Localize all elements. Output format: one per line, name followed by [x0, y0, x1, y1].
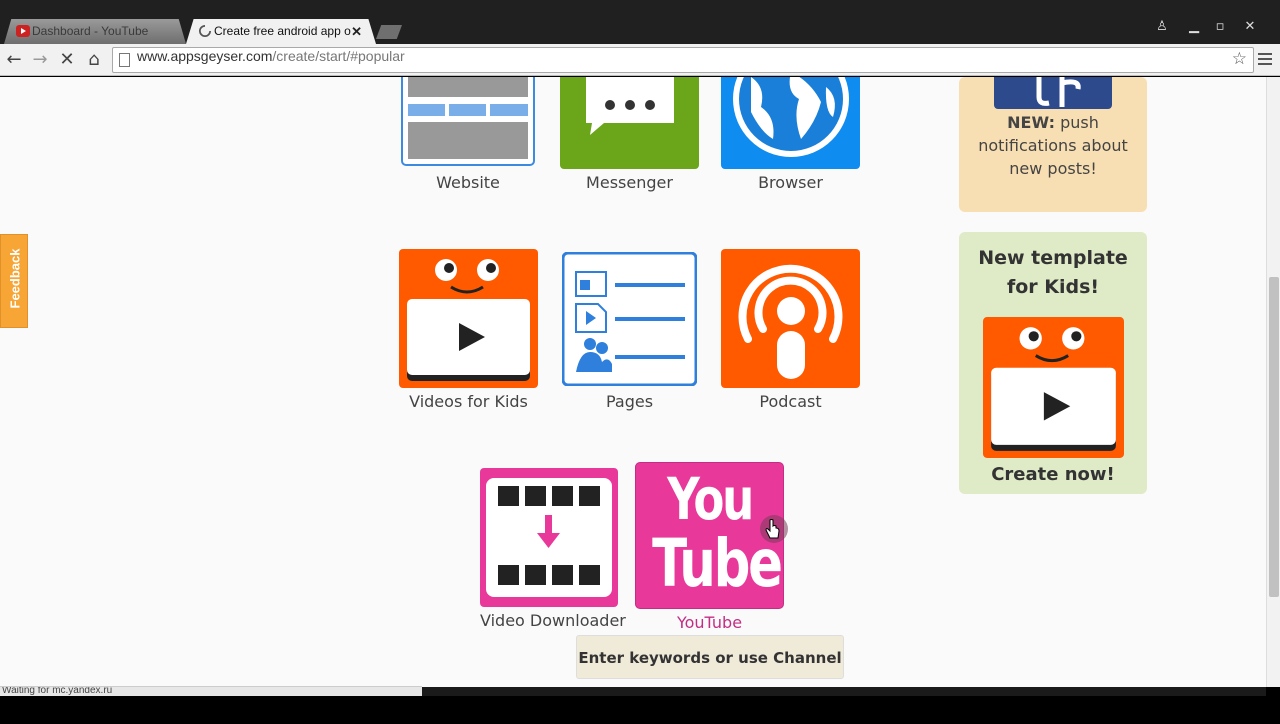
hand-cursor-icon: [765, 519, 780, 539]
forward-arrow-icon[interactable]: →: [28, 48, 52, 72]
tab-label: Dashboard - YouTube: [32, 24, 149, 38]
youtube-logo-you: You: [667, 465, 754, 533]
push-notification-icon: [994, 77, 1112, 109]
scrollbar-thumb[interactable]: [1269, 277, 1279, 597]
promo-heading: New template: [978, 247, 1128, 269]
youtube-logo-tube: Tube: [652, 525, 783, 602]
page-viewport: Feedback Website Messenger Browser Video…: [0, 77, 1280, 687]
tile-label: Video Downloader: [480, 611, 626, 630]
youtube-favicon-icon: [16, 25, 30, 37]
tile-label: Messenger: [586, 173, 673, 192]
tile-label: Website: [436, 173, 500, 192]
chrome-menu-icon[interactable]: [1258, 53, 1272, 68]
kids-video-icon: [983, 317, 1124, 458]
screen-bottom-edge: [0, 696, 1280, 720]
maximize-icon[interactable]: ▫: [1210, 20, 1230, 34]
profile-icon[interactable]: ♙: [1152, 20, 1172, 34]
minimize-icon[interactable]: ▁: [1184, 20, 1204, 34]
status-text: Waiting for mc.yandex.ru: [2, 686, 113, 696]
window-close-icon[interactable]: ✕: [1240, 20, 1260, 34]
status-bar: Waiting for mc.yandex.ru: [0, 686, 422, 696]
new-tab-button[interactable]: [376, 25, 402, 39]
tile-website[interactable]: Website: [401, 77, 535, 197]
tile-pages[interactable]: Pages: [562, 252, 697, 414]
promo-heading: for Kids!: [1006, 276, 1100, 298]
browser-toolbar: ← → ✕ ⌂ www.appsgeyser.com/create/start/…: [0, 44, 1280, 76]
kids-video-icon: [399, 249, 538, 388]
tile-label: Videos for Kids: [409, 392, 528, 411]
window-titlebar: Dashboard - YouTube Create free android …: [0, 0, 1280, 44]
push-new-label: NEW:: [1007, 113, 1055, 132]
push-promo-card[interactable]: NEW: push notifications about new posts!: [959, 77, 1147, 212]
tile-podcast[interactable]: Podcast: [721, 249, 860, 414]
home-icon[interactable]: ⌂: [82, 48, 106, 72]
tile-browser[interactable]: Browser: [721, 77, 860, 197]
tile-label: Podcast: [759, 392, 822, 411]
messenger-icon: [560, 77, 699, 169]
podcast-icon: [721, 249, 860, 388]
loading-spinner-icon: [199, 25, 211, 37]
vertical-scrollbar[interactable]: [1266, 77, 1280, 687]
feedback-tab[interactable]: Feedback: [0, 234, 28, 328]
page-icon: [119, 53, 130, 67]
tile-video-downloader[interactable]: Video Downloader: [480, 468, 626, 633]
horizontal-scrollbar[interactable]: [422, 687, 1266, 696]
tab-close-icon[interactable]: ✕: [351, 19, 362, 44]
video-downloader-icon: [480, 468, 618, 607]
feedback-label: Feedback: [7, 248, 23, 309]
tile-label: YouTube: [676, 613, 743, 632]
youtube-hint-box[interactable]: Enter keywords or use Channel url: [576, 635, 844, 711]
bookmark-star-icon[interactable]: ☆: [1232, 49, 1247, 69]
push-text: new posts!: [1009, 159, 1097, 178]
kids-template-promo-card[interactable]: New template for Kids! Create now!: [959, 232, 1147, 494]
tab-label: Create free android app o: [214, 24, 351, 38]
url-text[interactable]: www.appsgeyser.com/create/start/#popular: [137, 48, 405, 64]
pages-list-icon: [562, 252, 697, 386]
tile-label: Pages: [605, 392, 654, 411]
tile-youtube[interactable]: You Tube YouTube: [636, 463, 783, 633]
globe-icon: [721, 77, 860, 169]
push-text: notifications about: [978, 136, 1128, 155]
tab-appsgeyser[interactable]: Create free android app o ✕: [186, 19, 376, 44]
create-now-link[interactable]: Create now!: [959, 460, 1147, 489]
tile-videos-for-kids[interactable]: Videos for Kids: [399, 249, 538, 414]
website-icon: [401, 77, 535, 166]
tile-label: Browser: [758, 173, 823, 192]
address-bar[interactable]: www.appsgeyser.com/create/start/#popular…: [112, 47, 1254, 73]
stop-icon[interactable]: ✕: [55, 48, 79, 72]
tile-messenger[interactable]: Messenger: [560, 77, 699, 197]
tab-dashboard[interactable]: Dashboard - YouTube: [4, 19, 186, 44]
back-arrow-icon[interactable]: ←: [2, 48, 26, 72]
push-text: push: [1060, 113, 1099, 132]
